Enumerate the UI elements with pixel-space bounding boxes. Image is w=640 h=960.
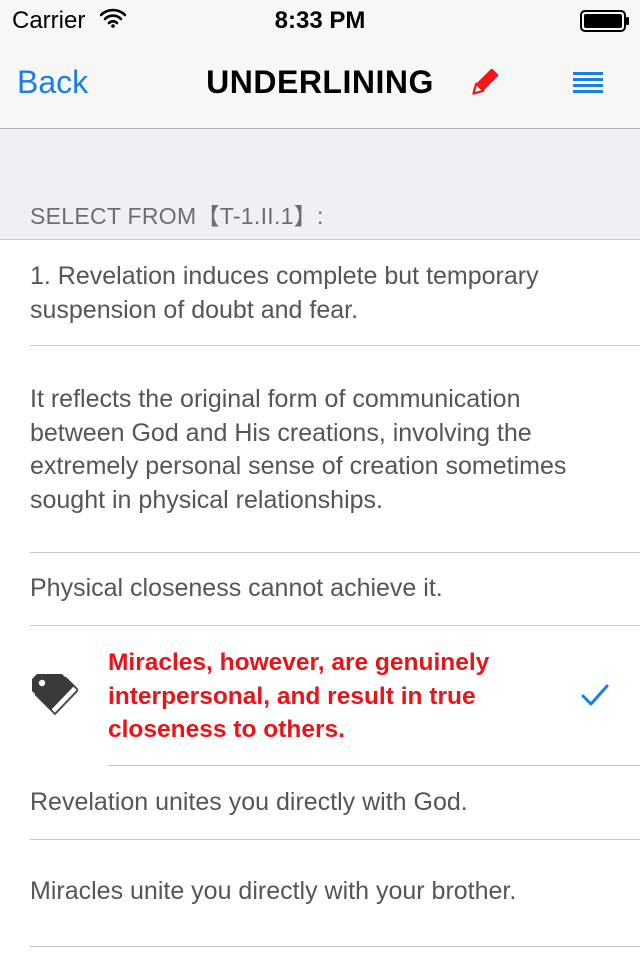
rows-group: 1. Revelation induces complete but tempo… — [0, 239, 640, 960]
table-row[interactable]: Revelation unites you directly with God. — [0, 766, 640, 840]
table-row[interactable]: It reflects the original form of communi… — [0, 346, 640, 553]
row-text: Physical closeness cannot achieve it. — [30, 574, 443, 602]
page-title: UNDERLINING — [206, 64, 434, 100]
menu-icon[interactable] — [573, 72, 603, 94]
row-text: Revelation unites you directly with God. — [30, 788, 468, 816]
status-time: 8:33 PM — [274, 7, 366, 34]
table-row[interactable]: 1. Revelation induces complete but tempo… — [0, 240, 640, 346]
table-view[interactable]: SELECT FROM【T-1.II.1】: 1. Revelation ind… — [0, 129, 640, 960]
row-text: Miracles unite you directly with your br… — [30, 877, 517, 905]
section-header: SELECT FROM【T-1.II.1】: — [30, 203, 324, 229]
navigation-bar: Back UNDERLINING — [0, 40, 640, 129]
battery-icon — [580, 10, 629, 32]
tag-icon — [32, 674, 78, 716]
table-row[interactable]: Miracles unite you directly with your br… — [0, 840, 640, 947]
table-row[interactable]: Physical closeness cannot achieve it. — [0, 553, 640, 626]
row-separator — [30, 946, 640, 947]
row-text-highlighted: Miracles, however, are genuinely interpe… — [108, 649, 490, 743]
screen: Carrier 8:33 PM Back UNDERLINING SELECT … — [0, 0, 640, 960]
row-text: 1. Revelation induces complete but tempo… — [30, 262, 539, 324]
pencil-icon[interactable] — [466, 65, 502, 101]
checkmark-icon — [581, 684, 609, 706]
table-row-selected[interactable]: Miracles, however, are genuinely interpe… — [0, 626, 640, 766]
status-bar: Carrier 8:33 PM — [0, 0, 640, 40]
row-text: It reflects the original form of communi… — [30, 385, 567, 514]
